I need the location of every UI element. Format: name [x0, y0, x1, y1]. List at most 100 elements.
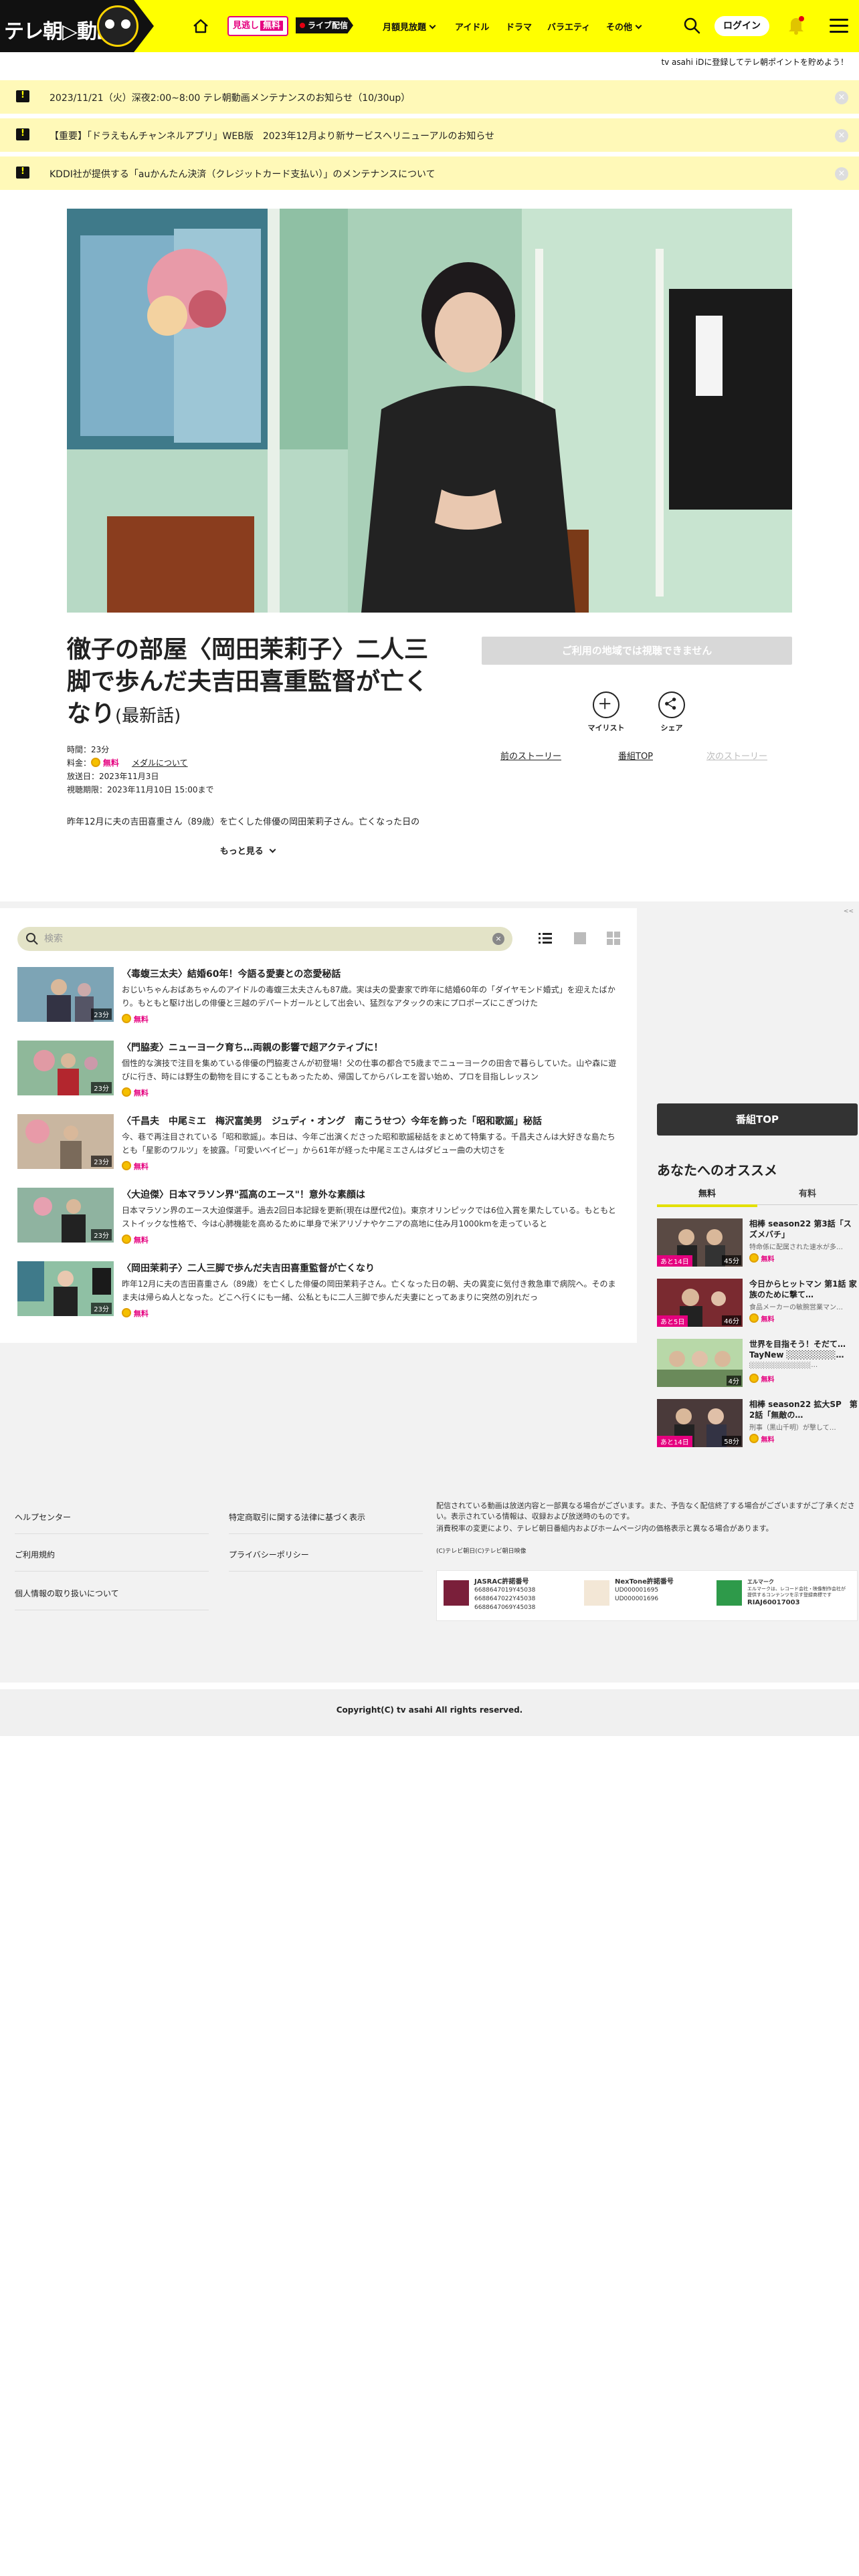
- free-label: 無料: [133, 1309, 149, 1318]
- commerce-law-link[interactable]: 特定商取引に関する法律に基づく表示: [229, 1511, 423, 1534]
- prev-story-link[interactable]: 前のストーリー: [500, 749, 561, 762]
- episode-thumbnail[interactable]: 23分: [17, 1041, 114, 1095]
- search-input[interactable]: [44, 931, 472, 947]
- search-icon[interactable]: [682, 16, 701, 35]
- episode-list-item[interactable]: 23分 〈門脇麦〉ニューヨーク育ち…両親の影響で超アクティブに！ 個性的な演技で…: [17, 1041, 619, 1105]
- free-badge: 無料: [122, 1087, 149, 1098]
- price-label: 料金：: [67, 758, 92, 768]
- tab-paid[interactable]: 有料: [757, 1186, 858, 1205]
- home-icon[interactable]: [192, 17, 209, 35]
- recommendation-title[interactable]: 世界を目指そう！そだて…TayNew ░░░░░░░░…: [749, 1339, 858, 1360]
- available-until: 視聴期限：2023年11月10日 15:00まで: [67, 785, 214, 794]
- notice-text[interactable]: 2023/11/21（火）深夜2:00~8:00 テレ朝動画メンテナンスのお知ら…: [50, 91, 410, 104]
- jasrac-license: JASRAC許諾番号 6688647019Y45038 6688647022Y4…: [474, 1578, 535, 1612]
- episode-duration: 時間：23分: [67, 745, 110, 754]
- free-label: 無料: [761, 1436, 775, 1444]
- episode-title: 徹子の部屋〈岡田茉莉子〉二人三脚で歩んだ夫吉田喜重監督が亡くなり(最新話): [67, 634, 442, 732]
- recommendation-item[interactable]: あと14日 45分 相棒 season22 第3話「スズメバチ」 特命係に配属さ…: [657, 1218, 858, 1272]
- episode-thumbnail[interactable]: 23分: [17, 1188, 114, 1243]
- episode-list-item[interactable]: 23分 〈岡田茉莉子〉二人三脚で歩んだ夫吉田喜重監督が亡くなり 昨年12月に夫の…: [17, 1261, 619, 1325]
- episode-item-title[interactable]: 〈毒蝮三太夫〉結婚60年！今語る愛妻との恋愛秘話: [122, 967, 617, 980]
- help-center-link[interactable]: ヘルプセンター: [15, 1511, 209, 1534]
- privacy-handling-link[interactable]: 個人情報の取り扱いについて: [15, 1588, 209, 1610]
- episode-item-title[interactable]: 〈大迫傑〉日本マラソン界"孤高のエース"！意外な素顔は: [122, 1188, 617, 1201]
- license-name: エルマーク: [747, 1579, 774, 1585]
- recommendation-title[interactable]: 相棒 season22 拡大SP 第2話「無敵の…: [749, 1399, 858, 1420]
- recommendation-thumbnail[interactable]: あと14日 58分: [657, 1399, 743, 1447]
- show-more-button[interactable]: もっと見る: [67, 844, 428, 857]
- episode-item-title[interactable]: 〈千昌夫 中尾ミエ 梅沢富美男 ジュディ・オング 南こうせつ〉今年を飾った「昭和…: [122, 1114, 617, 1128]
- episode-search[interactable]: ×: [17, 927, 512, 951]
- nav-subscription[interactable]: 月額見放題: [383, 20, 436, 33]
- close-icon[interactable]: ×: [835, 91, 848, 104]
- login-button[interactable]: ログイン: [714, 16, 769, 36]
- program-top-button[interactable]: 番組TOP: [657, 1103, 858, 1136]
- tab-free[interactable]: 無料: [657, 1186, 757, 1207]
- recommendation-item[interactable]: あと5日 46分 今日からヒットマン 第1話 家族のために撃て… 食品メーカーの…: [657, 1279, 858, 1332]
- chevron-down-icon: [429, 22, 436, 29]
- license-number: UD000001696: [615, 1596, 659, 1602]
- small-copyright: (C)テレビ朝日(C)テレビ朝日映像: [436, 1548, 527, 1555]
- list-view-icon[interactable]: [538, 931, 553, 946]
- price-free: 無料: [102, 758, 119, 768]
- free-label: 無料: [133, 1089, 149, 1097]
- notice-banner[interactable]: KDDI社が提供する「auかんたん決済（クレジットカード支払い）」のメンテナンス…: [0, 156, 859, 190]
- recommendation-thumbnail[interactable]: あと5日 46分: [657, 1279, 743, 1327]
- bell-icon[interactable]: [787, 15, 805, 35]
- catchup-free-badge[interactable]: 見逃し 無料: [227, 16, 289, 36]
- hamburger-menu-icon[interactable]: [830, 19, 848, 33]
- program-top-link[interactable]: 番組TOP: [618, 749, 653, 762]
- tvasahi-id-promo-link[interactable]: tv asahi iDに登録してテレ朝ポイントを貯めよう！: [0, 52, 859, 72]
- episode-thumbnail[interactable]: 23分: [17, 1261, 114, 1316]
- episode-item-title[interactable]: 〈門脇麦〉ニューヨーク育ち…両親の影響で超アクティブに！: [122, 1041, 617, 1054]
- nav-other[interactable]: その他: [606, 20, 642, 33]
- share-button[interactable]: [658, 691, 685, 718]
- broadcast-date: 放送日：2023年11月3日: [67, 772, 159, 781]
- terms-link[interactable]: ご利用規約: [15, 1549, 209, 1572]
- recommendation-title[interactable]: 今日からヒットマン 第1話 家族のために撃て…: [749, 1279, 858, 1300]
- episode-item-title[interactable]: 〈岡田茉莉子〉二人三脚で歩んだ夫吉田喜重監督が亡くなり: [122, 1261, 617, 1275]
- free-badge: 無料: [122, 1235, 149, 1245]
- grid-view-icon[interactable]: [606, 931, 621, 946]
- site-logo[interactable]: テレ朝▷動画: [0, 0, 174, 52]
- add-mylist-button[interactable]: [593, 691, 619, 718]
- footer-bottom-area: [0, 1683, 859, 2576]
- privacy-policy-link[interactable]: プライバシーポリシー: [229, 1549, 423, 1572]
- nav-drama[interactable]: ドラマ: [506, 20, 532, 33]
- days-left-badge: あと14日: [657, 1436, 692, 1447]
- notice-text[interactable]: KDDI社が提供する「auかんたん決済（クレジットカード支払い）」のメンテナンス…: [50, 167, 436, 181]
- free-badge: 無料: [122, 1014, 149, 1025]
- episode-list-item[interactable]: 23分 〈大迫傑〉日本マラソン界"孤高のエース"！意外な素顔は 日本マラソン界の…: [17, 1188, 619, 1252]
- notice-text[interactable]: 【重要】「ドラえもんチャンネルアプリ」WEB版 2023年12月より新サービスへ…: [50, 129, 494, 142]
- close-icon[interactable]: ×: [835, 167, 848, 181]
- nav-variety[interactable]: バラエティ: [547, 20, 590, 33]
- duration-label: 46分: [722, 1315, 741, 1325]
- live-stream-badge[interactable]: ライブ配信: [296, 17, 353, 33]
- episode-hero-image[interactable]: [67, 209, 792, 613]
- nav-variety-label: バラエティ: [547, 23, 591, 33]
- recommendation-item[interactable]: あと14日 58分 相棒 season22 拡大SP 第2話「無敵の… 刑事（黒…: [657, 1399, 858, 1453]
- share-label: シェア: [660, 724, 683, 732]
- episode-thumbnail[interactable]: 23分: [17, 1114, 114, 1169]
- episode-thumbnail[interactable]: 23分: [17, 967, 114, 1022]
- sidebar-collapse-toggle[interactable]: <<: [844, 908, 854, 915]
- mascot-icon: [97, 5, 138, 47]
- license-number: RIAJ60017003: [747, 1599, 800, 1606]
- copyright-text: Copyright(C) tv asahi All rights reserve…: [336, 1705, 523, 1715]
- clear-search-icon[interactable]: ×: [492, 933, 504, 945]
- recommendation-item[interactable]: 4分 世界を目指そう！そだて…TayNew ░░░░░░░░… ░░░░░░░░…: [657, 1339, 858, 1392]
- recommendation-thumbnail[interactable]: 4分: [657, 1339, 743, 1387]
- episode-list-item[interactable]: 23分 〈千昌夫 中尾ミエ 梅沢富美男 ジュディ・オング 南こうせつ〉今年を飾っ…: [17, 1114, 619, 1178]
- recommendation-title[interactable]: 相棒 season22 第3話「スズメバチ」: [749, 1218, 858, 1240]
- recommendation-thumbnail[interactable]: あと14日 45分: [657, 1218, 743, 1267]
- notice-banner[interactable]: 2023/11/21（火）深夜2:00~8:00 テレ朝動画メンテナンスのお知ら…: [0, 80, 859, 114]
- medal-info-link[interactable]: メダルについて: [132, 758, 188, 768]
- nav-idol[interactable]: アイドル: [455, 20, 489, 33]
- episode-list-item[interactable]: 23分 〈毒蝮三太夫〉結婚60年！今語る愛妻との恋愛秘話 おじいちゃんおばあちゃ…: [17, 967, 619, 1031]
- large-tile-view-icon[interactable]: [573, 931, 587, 946]
- episode-item-summary: 個性的な演技で注目を集めている俳優の門脇麦さんが初登場！父の仕事の都合で5歳まで…: [122, 1059, 617, 1081]
- license-description: エルマークは、レコード会社・映像制作会社が提供するコンテンツを示す登録商標です: [747, 1586, 846, 1598]
- close-icon[interactable]: ×: [835, 129, 848, 142]
- notice-banner[interactable]: 【重要】「ドラえもんチャンネルアプリ」WEB版 2023年12月より新サービスへ…: [0, 118, 859, 152]
- episode-item-summary: 今、巷で再注目されている「昭和歌謡」。本日は、今年ご出演くださった昭和歌謡秘話を…: [122, 1132, 615, 1155]
